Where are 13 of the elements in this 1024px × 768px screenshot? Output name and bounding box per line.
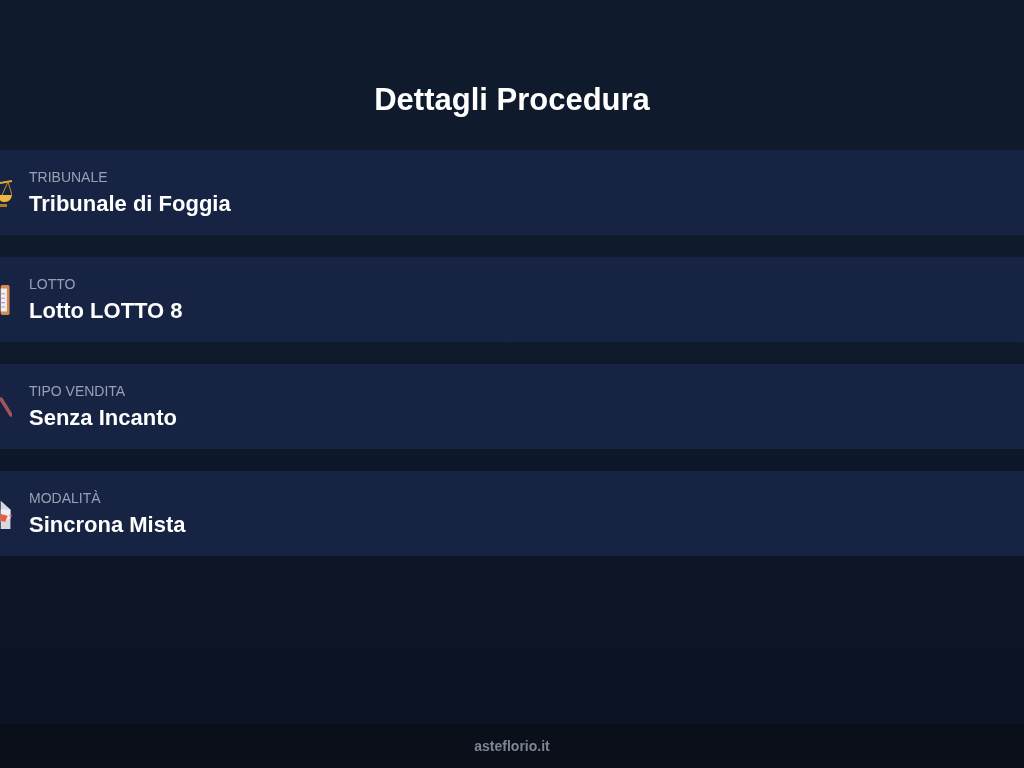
scales-icon [0, 177, 12, 208]
field-value: Lotto LOTTO 8 [29, 296, 183, 324]
field-value: Senza Incanto [29, 403, 177, 431]
field-label: LOTTO [29, 275, 77, 293]
field-label: TRIBUNALE [29, 168, 109, 186]
clipboard-icon [0, 284, 12, 315]
footer-text: asteflorio.it [474, 738, 550, 754]
field-value: Tribunale di Foggia [29, 189, 231, 217]
envelope-icon [0, 498, 12, 529]
field-value: Sincrona Mista [29, 510, 186, 538]
field-label: MODALITÀ [29, 489, 102, 507]
page-title: Dettagli Procedura [374, 81, 650, 119]
field-label: TIPO VENDITA [29, 382, 127, 400]
